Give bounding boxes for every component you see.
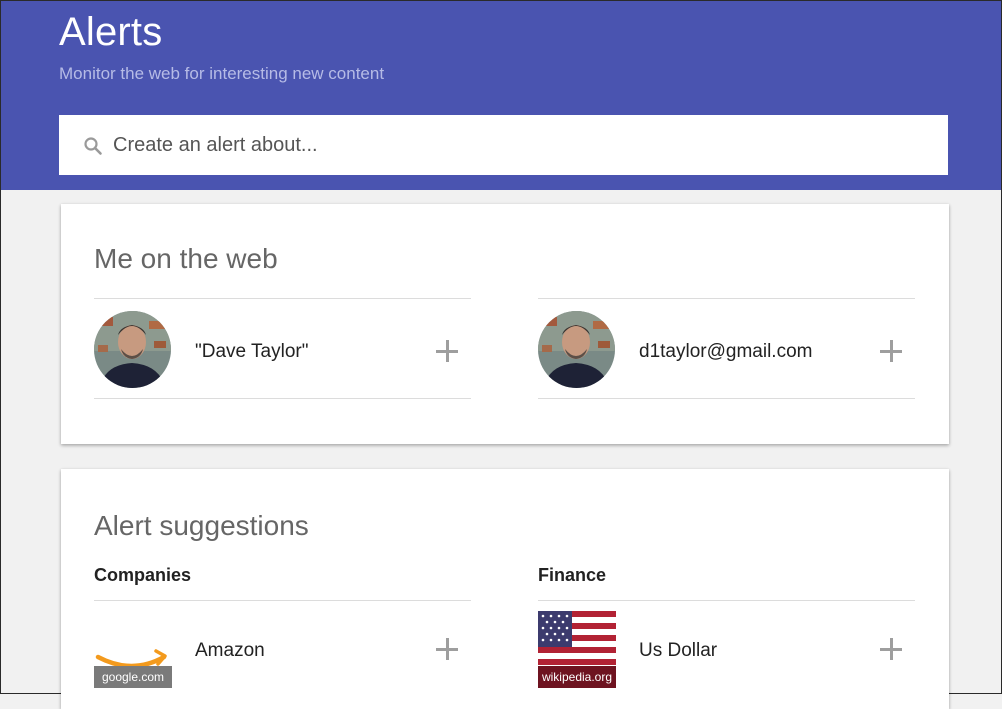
page-subtitle: Monitor the web for interesting new cont… [59, 64, 385, 83]
list-item-amazon: google.com Amazon [94, 601, 471, 697]
avatar [538, 311, 615, 388]
add-icon[interactable] [880, 340, 904, 364]
add-icon[interactable] [436, 638, 460, 662]
suggestion-label: Us Dollar [639, 640, 718, 661]
search-box[interactable] [59, 115, 948, 175]
section-label-finance: Finance [538, 565, 607, 585]
divider [538, 398, 915, 399]
search-icon [84, 137, 102, 155]
avatar-image [94, 311, 171, 388]
section-label-companies: Companies [94, 565, 192, 585]
alert-suggestions-card: Alert suggestions Companies Finance goog… [61, 469, 949, 709]
card-title-alert-suggestions: Alert suggestions [94, 510, 309, 541]
add-icon[interactable] [880, 638, 904, 662]
me-on-the-web-card: Me on the web "Dave Taylor" d1taylor@gma… [61, 204, 949, 444]
source-tag: google.com [94, 666, 172, 688]
divider [538, 298, 915, 299]
list-item-email-alert: d1taylor@gmail.com [538, 300, 915, 396]
divider [94, 398, 471, 399]
search-input[interactable] [113, 115, 933, 175]
avatar-image [538, 311, 615, 388]
source-tag: wikipedia.org [538, 666, 616, 688]
list-item-name-alert: "Dave Taylor" [94, 300, 471, 396]
add-icon[interactable] [436, 340, 460, 364]
avatar [94, 311, 171, 388]
alert-label: d1taylor@gmail.com [639, 341, 813, 362]
list-item-us-dollar: wikipedia.org Us Dollar [538, 601, 915, 697]
alert-label: "Dave Taylor" [195, 341, 309, 362]
suggestion-label: Amazon [195, 640, 265, 661]
divider [94, 298, 471, 299]
card-title-me-on-the-web: Me on the web [94, 243, 278, 274]
header-banner: Alerts Monitor the web for interesting n… [1, 1, 1001, 190]
page-title: Alerts [59, 10, 163, 54]
